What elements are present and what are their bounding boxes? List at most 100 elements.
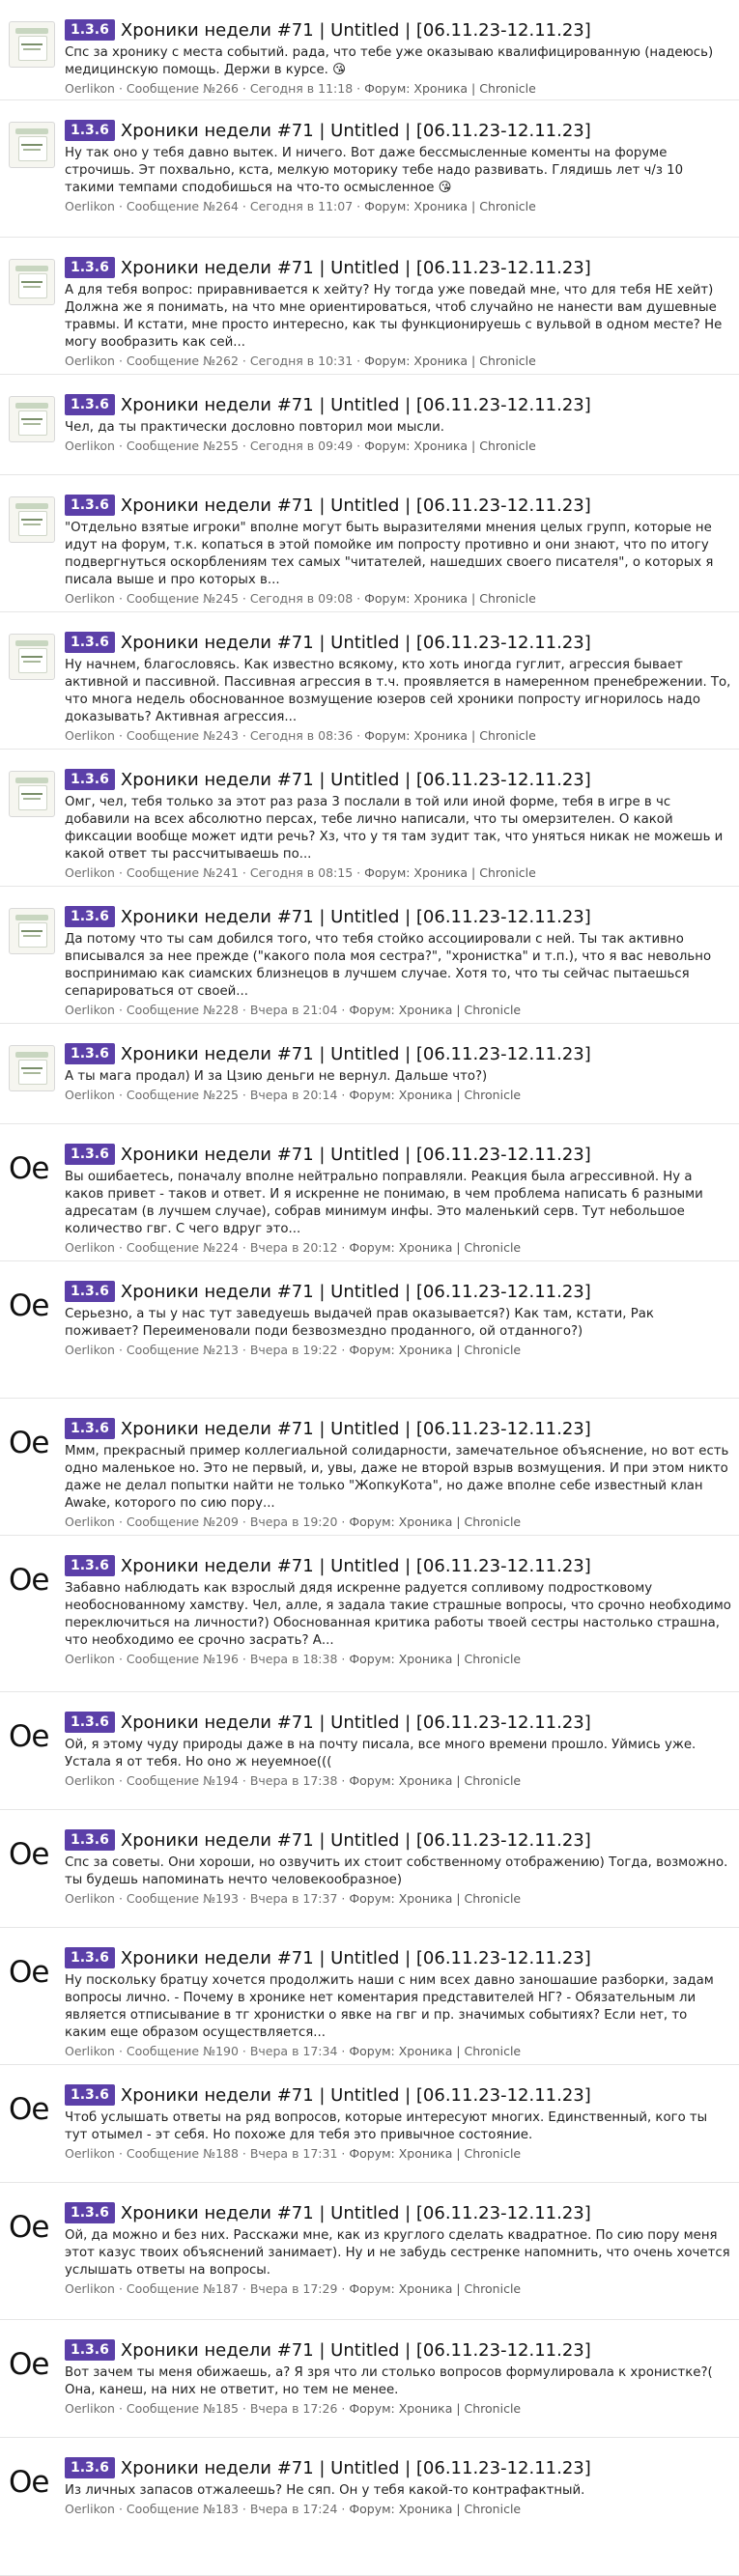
- post-item[interactable]: 1.3.6 Хроники недели #71 | Untitled | [06…: [0, 1024, 739, 1124]
- post-number-link[interactable]: Сообщение №193: [127, 1891, 239, 1906]
- post-item[interactable]: Oe 1.3.6 Хроники недели #71 | Untitled | […: [0, 2065, 739, 2183]
- author-link[interactable]: Oerlikon: [65, 1088, 115, 1102]
- forum-link[interactable]: Форум: Хроника | Chronicle: [364, 439, 536, 453]
- post-item[interactable]: Oe 1.3.6 Хроники недели #71 | Untitled | […: [0, 2320, 739, 2438]
- forum-link[interactable]: Форум: Хроника | Chronicle: [349, 1891, 521, 1906]
- author-link[interactable]: Oerlikon: [65, 1891, 115, 1906]
- thread-title-link[interactable]: Хроники недели #71 | Untitled | [06.11.2…: [121, 495, 591, 516]
- author-link[interactable]: Oerlikon: [65, 2502, 115, 2516]
- post-item[interactable]: 1.3.6 Хроники недели #71 | Untitled | [06…: [0, 475, 739, 612]
- avatar-initials[interactable]: Oe: [9, 1146, 55, 1192]
- thread-title-link[interactable]: Хроники недели #71 | Untitled | [06.11.2…: [121, 1713, 591, 1733]
- forum-link[interactable]: Форум: Хроника | Chronicle: [364, 199, 536, 213]
- forum-link[interactable]: Форум: Хроника | Chronicle: [349, 2146, 521, 2161]
- post-number-link[interactable]: Сообщение №264: [127, 199, 239, 213]
- post-number-link[interactable]: Сообщение №213: [127, 1343, 239, 1357]
- post-number-link[interactable]: Сообщение №190: [127, 2044, 239, 2058]
- post-number-link[interactable]: Сообщение №224: [127, 1240, 239, 1255]
- thread-title-link[interactable]: Хроники недели #71 | Untitled | [06.11.2…: [121, 258, 591, 278]
- post-number-link[interactable]: Сообщение №228: [127, 1003, 239, 1017]
- post-item[interactable]: Oe 1.3.6 Хроники недели #71 | Untitled | […: [0, 1124, 739, 1261]
- forum-link[interactable]: Форум: Хроника | Chronicle: [349, 2281, 521, 2296]
- avatar-initials[interactable]: Oe: [9, 1283, 55, 1329]
- post-number-link[interactable]: Сообщение №266: [127, 81, 239, 96]
- avatar-initials[interactable]: Oe: [9, 2341, 55, 2388]
- avatar-initials[interactable]: Oe: [9, 1949, 55, 1996]
- post-number-link[interactable]: Сообщение №196: [127, 1652, 239, 1666]
- post-number-link[interactable]: Сообщение №245: [127, 591, 239, 606]
- avatar-jar-icon[interactable]: [9, 771, 55, 817]
- author-link[interactable]: Oerlikon: [65, 1773, 115, 1788]
- thread-title-link[interactable]: Хроники недели #71 | Untitled | [06.11.2…: [121, 1282, 591, 1302]
- avatar-initials[interactable]: Oe: [9, 1831, 55, 1878]
- post-item[interactable]: 1.3.6 Хроники недели #71 | Untitled | [06…: [0, 238, 739, 375]
- thread-title-link[interactable]: Хроники недели #71 | Untitled | [06.11.2…: [121, 633, 591, 653]
- post-item[interactable]: Oe 1.3.6 Хроники недели #71 | Untitled | […: [0, 1692, 739, 1810]
- forum-link[interactable]: Форум: Хроника | Chronicle: [349, 2401, 521, 2416]
- thread-title-link[interactable]: Хроники недели #71 | Untitled | [06.11.2…: [121, 395, 591, 415]
- thread-title-link[interactable]: Хроники недели #71 | Untitled | [06.11.2…: [121, 2340, 591, 2361]
- post-number-link[interactable]: Сообщение №183: [127, 2502, 239, 2516]
- author-link[interactable]: Oerlikon: [65, 1514, 115, 1529]
- author-link[interactable]: Oerlikon: [65, 2281, 115, 2296]
- post-item[interactable]: Oe 1.3.6 Хроники недели #71 | Untitled | […: [0, 1810, 739, 1928]
- author-link[interactable]: Oerlikon: [65, 439, 115, 453]
- avatar-jar-icon[interactable]: [9, 1045, 55, 1091]
- post-item[interactable]: Oe 1.3.6 Хроники недели #71 | Untitled | […: [0, 1261, 739, 1399]
- thread-title-link[interactable]: Хроники недели #71 | Untitled | [06.11.2…: [121, 1948, 591, 1968]
- post-item[interactable]: Oe 1.3.6 Хроники недели #71 | Untitled | […: [0, 1928, 739, 2065]
- post-item[interactable]: Oe 1.3.6 Хроники недели #71 | Untitled | […: [0, 2183, 739, 2320]
- avatar-jar-icon[interactable]: [9, 396, 55, 442]
- post-number-link[interactable]: Сообщение №241: [127, 865, 239, 880]
- post-item[interactable]: 1.3.6 Хроники недели #71 | Untitled | [06…: [0, 100, 739, 238]
- avatar-initials[interactable]: Oe: [9, 1713, 55, 1760]
- thread-title-link[interactable]: Хроники недели #71 | Untitled | [06.11.2…: [121, 2458, 591, 2478]
- post-number-link[interactable]: Сообщение №194: [127, 1773, 239, 1788]
- post-number-link[interactable]: Сообщение №243: [127, 728, 239, 743]
- post-item[interactable]: 1.3.6 Хроники недели #71 | Untitled | [06…: [0, 0, 739, 100]
- author-link[interactable]: Oerlikon: [65, 1652, 115, 1666]
- thread-title-link[interactable]: Хроники недели #71 | Untitled | [06.11.2…: [121, 1419, 591, 1439]
- forum-link[interactable]: Форум: Хроника | Chronicle: [364, 865, 536, 880]
- forum-link[interactable]: Форум: Хроника | Chronicle: [349, 1088, 521, 1102]
- post-number-link[interactable]: Сообщение №209: [127, 1514, 239, 1529]
- post-item[interactable]: 1.3.6 Хроники недели #71 | Untitled | [06…: [0, 887, 739, 1024]
- forum-link[interactable]: Форум: Хроника | Chronicle: [349, 1514, 521, 1529]
- thread-title-link[interactable]: Хроники недели #71 | Untitled | [06.11.2…: [121, 2203, 591, 2223]
- post-number-link[interactable]: Сообщение №188: [127, 2146, 239, 2161]
- post-item[interactable]: Oe 1.3.6 Хроники недели #71 | Untitled | […: [0, 1399, 739, 1536]
- thread-title-link[interactable]: Хроники недели #71 | Untitled | [06.11.2…: [121, 2085, 591, 2106]
- author-link[interactable]: Oerlikon: [65, 2146, 115, 2161]
- avatar-jar-icon[interactable]: [9, 259, 55, 305]
- avatar-jar-icon[interactable]: [9, 122, 55, 168]
- author-link[interactable]: Oerlikon: [65, 1003, 115, 1017]
- forum-link[interactable]: Форум: Хроника | Chronicle: [349, 1652, 521, 1666]
- forum-link[interactable]: Форум: Хроника | Chronicle: [349, 2044, 521, 2058]
- forum-link[interactable]: Форум: Хроника | Chronicle: [349, 1240, 521, 1255]
- author-link[interactable]: Oerlikon: [65, 199, 115, 213]
- author-link[interactable]: Oerlikon: [65, 81, 115, 96]
- post-item[interactable]: Oe 1.3.6 Хроники недели #71 | Untitled | […: [0, 2438, 739, 2576]
- author-link[interactable]: Oerlikon: [65, 1240, 115, 1255]
- forum-link[interactable]: Форум: Хроника | Chronicle: [349, 2502, 521, 2516]
- post-item[interactable]: 1.3.6 Хроники недели #71 | Untitled | [06…: [0, 612, 739, 750]
- avatar-initials[interactable]: Oe: [9, 1420, 55, 1466]
- thread-title-link[interactable]: Хроники недели #71 | Untitled | [06.11.2…: [121, 770, 591, 790]
- thread-title-link[interactable]: Хроники недели #71 | Untitled | [06.11.2…: [121, 1556, 591, 1576]
- author-link[interactable]: Oerlikon: [65, 2044, 115, 2058]
- thread-title-link[interactable]: Хроники недели #71 | Untitled | [06.11.2…: [121, 907, 591, 927]
- forum-link[interactable]: Форум: Хроника | Chronicle: [349, 1343, 521, 1357]
- forum-link[interactable]: Форум: Хроника | Chronicle: [349, 1773, 521, 1788]
- forum-link[interactable]: Форум: Хроника | Chronicle: [364, 591, 536, 606]
- author-link[interactable]: Oerlikon: [65, 2401, 115, 2416]
- post-item[interactable]: 1.3.6 Хроники недели #71 | Untitled | [06…: [0, 375, 739, 475]
- avatar-jar-icon[interactable]: [9, 908, 55, 954]
- avatar-initials[interactable]: Oe: [9, 2086, 55, 2133]
- post-number-link[interactable]: Сообщение №262: [127, 354, 239, 368]
- forum-link[interactable]: Форум: Хроника | Chronicle: [364, 728, 536, 743]
- thread-title-link[interactable]: Хроники недели #71 | Untitled | [06.11.2…: [121, 20, 591, 41]
- thread-title-link[interactable]: Хроники недели #71 | Untitled | [06.11.2…: [121, 1830, 591, 1851]
- forum-link[interactable]: Форум: Хроника | Chronicle: [364, 81, 536, 96]
- thread-title-link[interactable]: Хроники недели #71 | Untitled | [06.11.2…: [121, 121, 591, 141]
- forum-link[interactable]: Форум: Хроника | Chronicle: [349, 1003, 521, 1017]
